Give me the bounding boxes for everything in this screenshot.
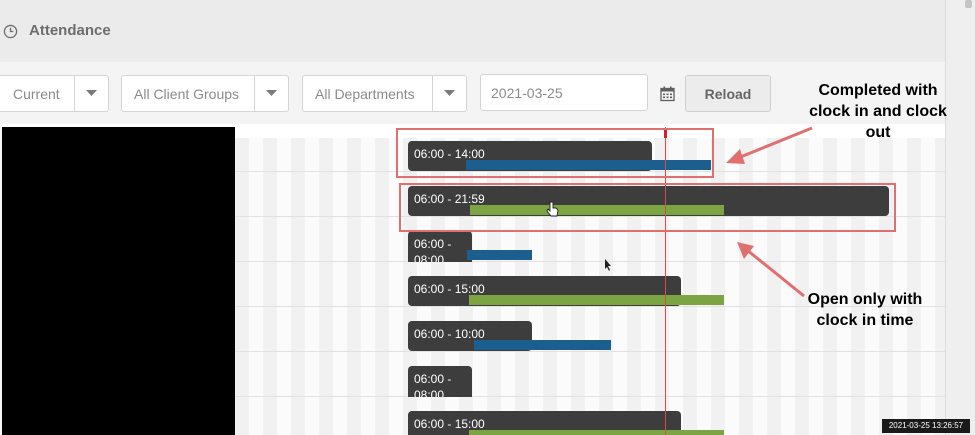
timestamp-overlay: 2021-03-25 13:26:57 xyxy=(882,419,970,433)
clock-bar-open xyxy=(469,295,724,305)
date-field[interactable]: 2021-03-25 xyxy=(480,74,648,111)
departments-select-toggle[interactable] xyxy=(432,76,466,111)
chevron-down-icon xyxy=(444,90,455,96)
timeline-row: 06:00 - 15:00 xyxy=(235,397,945,435)
chevron-down-icon xyxy=(86,90,97,96)
departments-select-value: All Departments xyxy=(315,86,415,102)
client-groups-select-toggle[interactable] xyxy=(254,76,288,111)
status-select[interactable]: Current xyxy=(0,75,109,112)
scrollbar[interactable] xyxy=(945,0,975,435)
annotation-completed: Completed with clock in and clock out xyxy=(809,82,947,141)
chevron-down-icon xyxy=(266,90,277,96)
highlight-completed xyxy=(396,128,714,178)
scrollbar-thumb[interactable] xyxy=(965,0,972,8)
status-select-value: Current xyxy=(13,86,60,102)
page-header: Attendance xyxy=(0,0,945,62)
clock-icon xyxy=(3,24,18,39)
clock-bar-completed xyxy=(467,250,532,260)
employee-list-redacted xyxy=(2,127,235,435)
reload-button[interactable]: Reload xyxy=(685,75,771,112)
clock-bar-open xyxy=(469,430,724,435)
timeline-row: 06:00 - 08:00 xyxy=(235,352,945,402)
reload-button-label: Reload xyxy=(704,86,752,102)
departments-select[interactable]: All Departments xyxy=(302,75,467,112)
annotation-open: Open only with clock in time xyxy=(807,291,923,329)
page-title: Attendance xyxy=(29,22,111,39)
status-select-toggle[interactable] xyxy=(74,76,108,111)
client-groups-select-value: All Client Groups xyxy=(134,86,240,102)
calendar-icon[interactable] xyxy=(660,86,675,102)
client-groups-select[interactable]: All Client Groups xyxy=(121,75,289,112)
highlight-open xyxy=(399,183,896,232)
clock-bar-completed xyxy=(474,340,611,350)
date-field-value: 2021-03-25 xyxy=(491,85,563,101)
